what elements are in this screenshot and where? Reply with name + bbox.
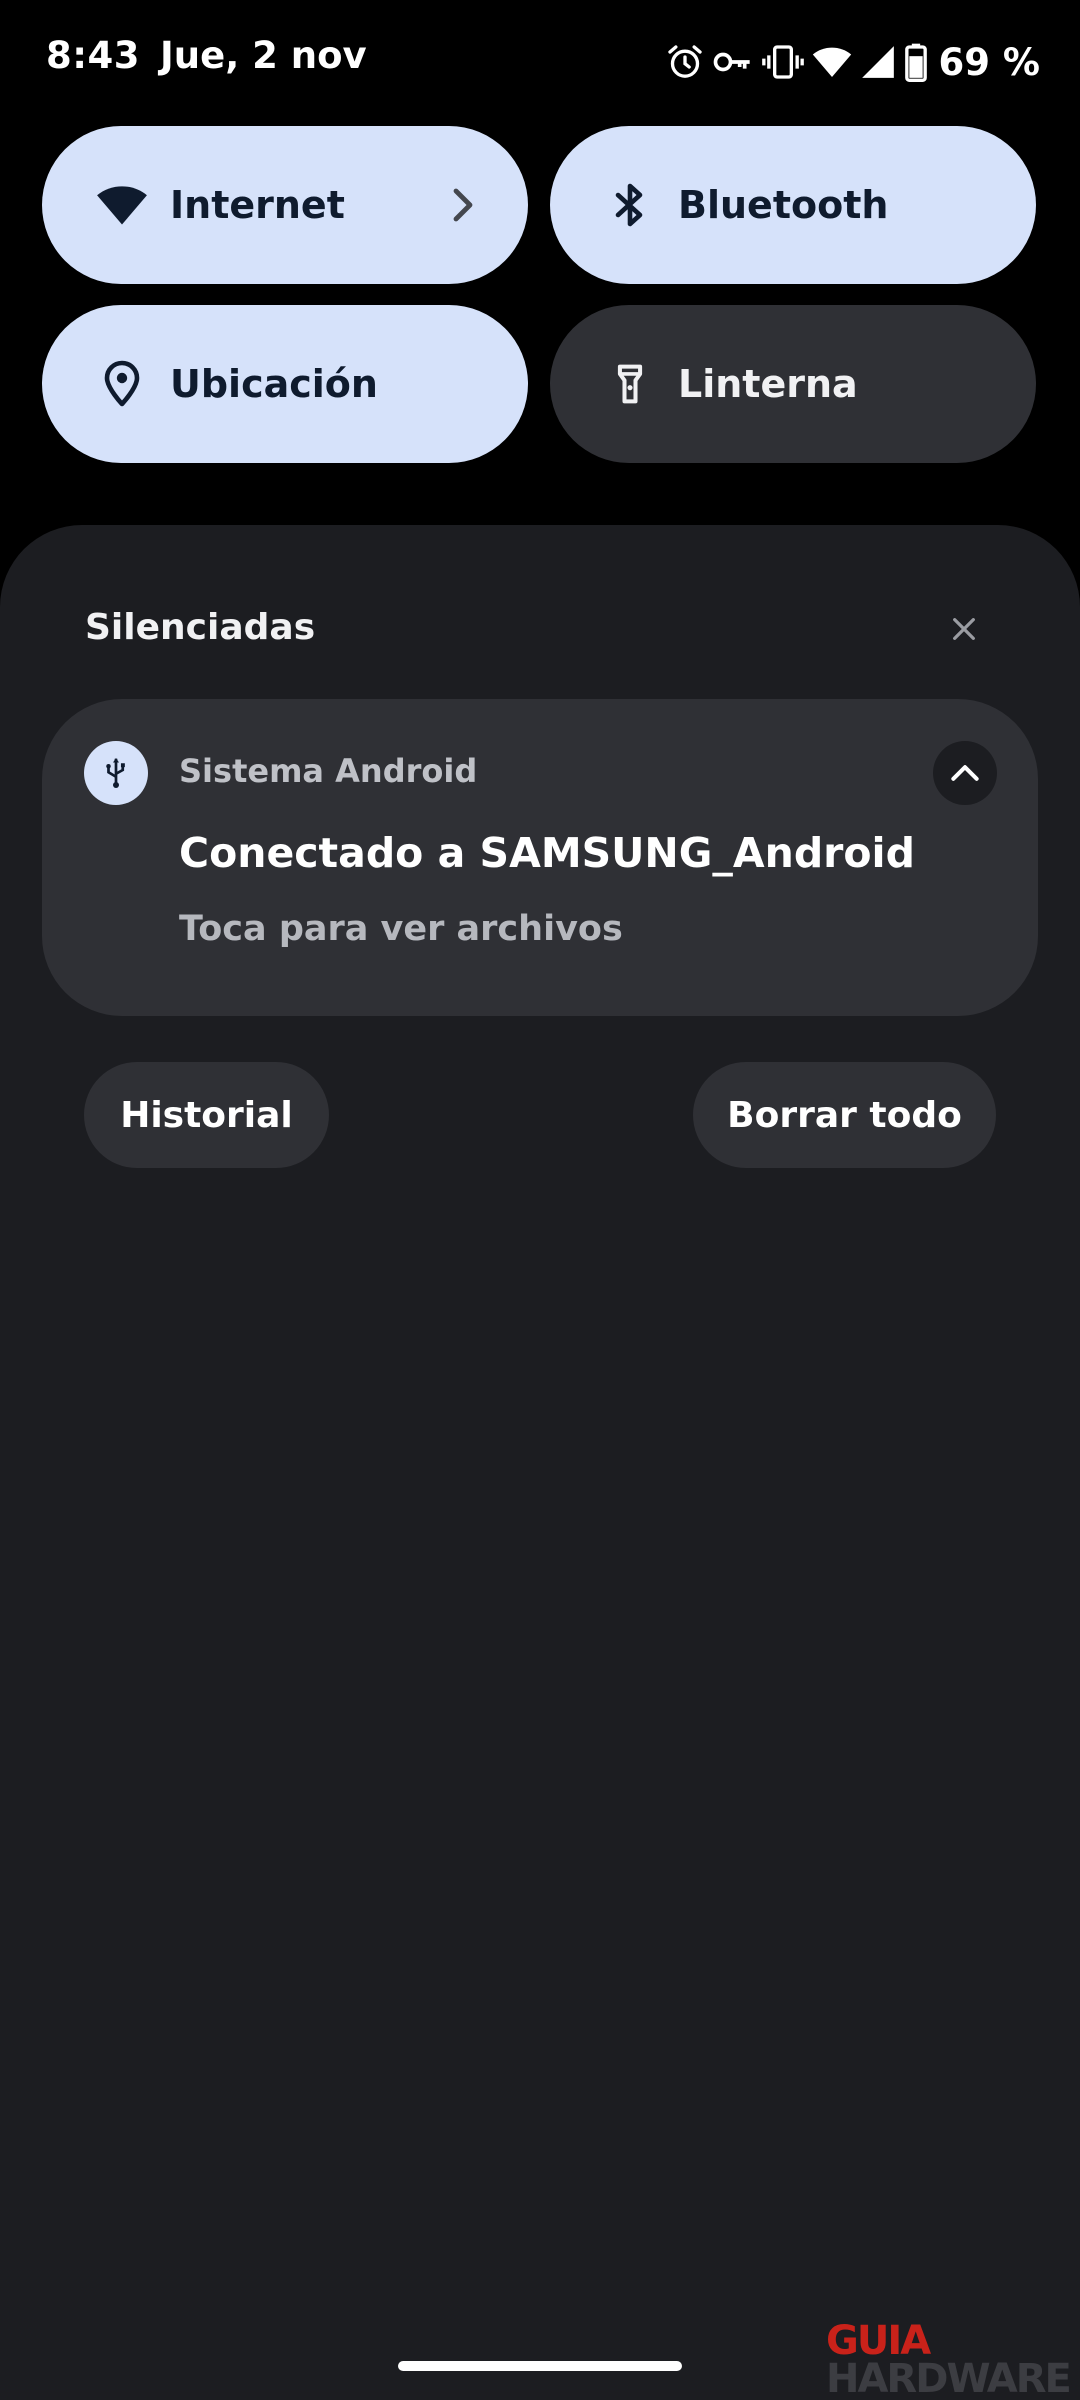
location-pin-icon — [92, 354, 152, 414]
battery-icon — [903, 42, 929, 82]
wifi-icon — [811, 42, 853, 82]
notification-shade-screen: 8:43 Jue, 2 nov 69 % Internet Bluetooth … — [0, 0, 1080, 2400]
app-name: Sistema Android — [179, 752, 478, 790]
chevron-up-icon — [951, 765, 979, 781]
wifi-icon — [92, 175, 152, 235]
home-indicator[interactable] — [398, 2361, 682, 2371]
tile-label: Ubicación — [170, 362, 378, 406]
bluetooth-icon — [600, 175, 660, 235]
tile-location[interactable]: Ubicación — [42, 305, 528, 463]
history-button[interactable]: Historial — [84, 1062, 329, 1168]
status-time: 8:43 — [46, 34, 141, 77]
notification-title: Conectado a SAMSUNG_Android — [179, 829, 915, 877]
notification-card[interactable]: Sistema Android Conectado a SAMSUNG_Andr… — [42, 699, 1038, 1016]
status-bar: 8:43 Jue, 2 nov 69 % — [0, 0, 1080, 120]
close-icon[interactable] — [940, 605, 988, 653]
status-date: Jue, 2 nov — [160, 34, 367, 77]
tile-flashlight[interactable]: Linterna — [550, 305, 1036, 463]
tile-bluetooth[interactable]: Bluetooth — [550, 126, 1036, 284]
vpn-key-icon — [711, 42, 755, 82]
flashlight-icon — [600, 354, 660, 414]
watermark-logo: GUIA HARDWARE — [826, 2318, 1076, 2400]
collapse-button[interactable] — [933, 741, 997, 805]
section-title: Silenciadas — [85, 607, 316, 648]
tile-internet[interactable]: Internet — [42, 126, 528, 284]
clear-all-button[interactable]: Borrar todo — [693, 1062, 996, 1168]
cell-signal-icon — [859, 42, 897, 82]
watermark-line2: HARDWARE — [826, 2356, 1072, 2400]
notification-text: Toca para ver archivos — [179, 909, 623, 949]
tile-label: Linterna — [678, 362, 858, 406]
chevron-right-icon[interactable] — [438, 181, 486, 229]
tile-label: Internet — [170, 183, 345, 227]
battery-percent: 69 % — [938, 40, 1040, 84]
status-icons: 69 % — [665, 38, 1040, 86]
notification-panel: Silenciadas Sistema Android Conectado a … — [0, 525, 1080, 2400]
alarm-icon — [665, 42, 705, 82]
vibrate-icon — [761, 42, 805, 82]
tile-label: Bluetooth — [678, 183, 889, 227]
usb-icon — [84, 741, 148, 805]
